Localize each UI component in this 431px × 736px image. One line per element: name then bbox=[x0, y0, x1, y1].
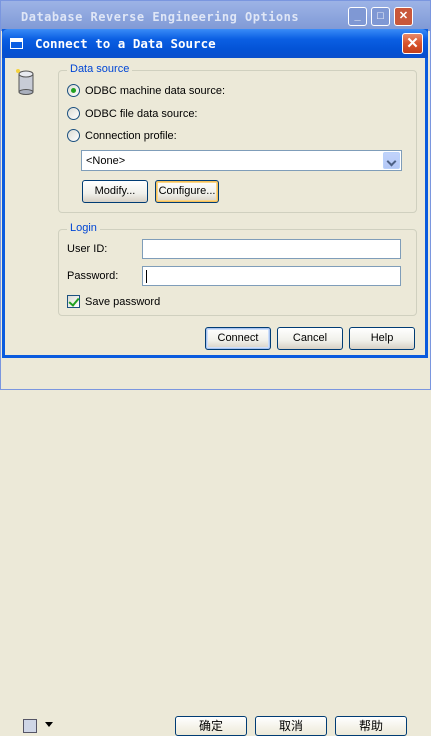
background-title-bar: Database Reverse Engineering Options _ □… bbox=[1, 1, 430, 31]
login-legend: Login bbox=[67, 222, 100, 234]
database-icon bbox=[16, 69, 34, 95]
dropdown-arrow-icon[interactable] bbox=[45, 722, 53, 727]
background-help-button[interactable]: 帮助 bbox=[335, 716, 407, 736]
text-caret bbox=[146, 270, 147, 283]
connect-dialog: Connect to a Data Source ✕ Data source O… bbox=[2, 29, 428, 358]
odbc-machine-radio[interactable] bbox=[67, 84, 80, 97]
window-icon bbox=[10, 38, 23, 49]
ok-button[interactable]: 确定 bbox=[175, 716, 247, 736]
user-id-label: User ID: bbox=[67, 243, 108, 255]
background-cancel-button[interactable]: 取消 bbox=[255, 716, 327, 736]
chevron-down-icon[interactable] bbox=[383, 152, 400, 169]
cancel-button[interactable]: Cancel bbox=[277, 327, 343, 350]
connect-button[interactable]: Connect bbox=[205, 327, 271, 350]
password-input[interactable] bbox=[142, 266, 401, 286]
minimize-button[interactable]: _ bbox=[348, 7, 367, 26]
dialog-title: Connect to a Data Source bbox=[35, 36, 216, 51]
save-password-label: Save password bbox=[85, 296, 161, 308]
maximize-button[interactable]: □ bbox=[371, 7, 390, 26]
profile-select-value: <None> bbox=[86, 155, 126, 167]
connection-profile-label: Connection profile: bbox=[85, 129, 177, 142]
user-id-input[interactable] bbox=[142, 239, 401, 259]
odbc-file-option[interactable]: ODBC file data source: bbox=[67, 107, 198, 120]
background-button-bar: 确定 取消 帮助 bbox=[1, 357, 430, 736]
odbc-machine-label: ODBC machine data source: bbox=[85, 84, 226, 97]
dialog-title-bar: Connect to a Data Source ✕ bbox=[2, 29, 428, 58]
save-password-checkbox[interactable] bbox=[67, 295, 80, 308]
odbc-machine-option[interactable]: ODBC machine data source: bbox=[67, 84, 225, 97]
odbc-file-radio[interactable] bbox=[67, 107, 80, 120]
connection-profile-radio[interactable] bbox=[67, 129, 80, 142]
data-source-legend: Data source bbox=[67, 63, 133, 75]
configure-button[interactable]: Configure... bbox=[155, 180, 219, 203]
help-button[interactable]: Help bbox=[349, 327, 415, 350]
modify-button[interactable]: Modify... bbox=[82, 180, 148, 203]
profile-select[interactable]: <None> bbox=[81, 150, 402, 171]
background-close-button[interactable]: ✕ bbox=[394, 7, 413, 26]
database-icon[interactable] bbox=[23, 719, 37, 733]
connection-profile-option[interactable]: Connection profile: bbox=[67, 129, 177, 142]
background-window-title: Database Reverse Engineering Options bbox=[21, 10, 300, 24]
odbc-file-label: ODBC file data source: bbox=[85, 107, 198, 120]
close-button[interactable]: ✕ bbox=[402, 33, 423, 54]
password-label: Password: bbox=[67, 270, 119, 282]
